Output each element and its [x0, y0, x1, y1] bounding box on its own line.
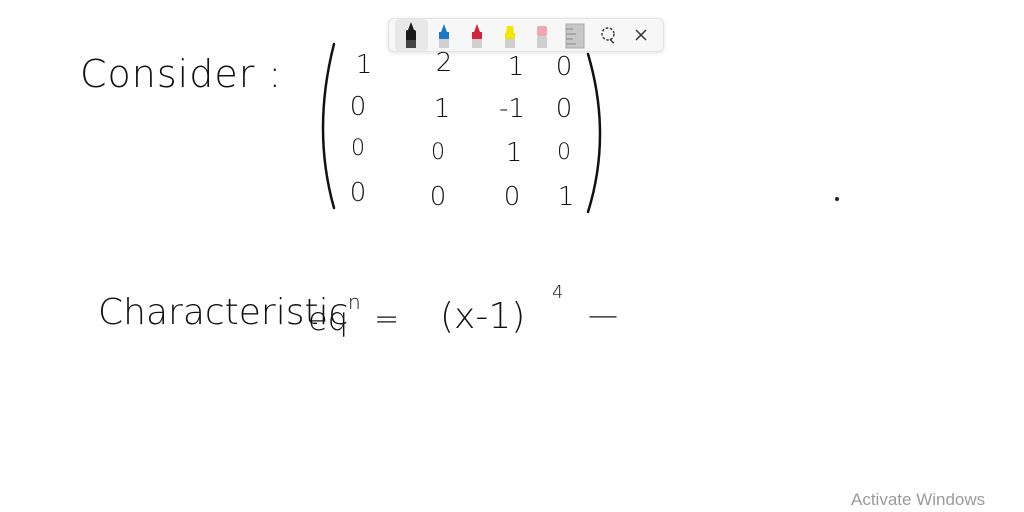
stray-ink-dot: [835, 197, 839, 201]
exponent: 4: [552, 282, 564, 303]
matrix-cell-r2c2: 1: [433, 94, 451, 124]
matrix-cell-r1c2: 2: [435, 48, 453, 78]
whiteboard-canvas[interactable]: Consider : 1 2 1 0 0 1 -1 0 0 0 1 0 0 0 …: [0, 0, 1024, 512]
activate-windows-watermark: Activate Windows: [851, 490, 986, 509]
expression: (x-1): [440, 296, 526, 337]
matrix-cell-r1c3: 1: [507, 52, 525, 82]
consider-label: Consider :: [80, 52, 283, 96]
matrix-cell-r1c4: 0: [555, 52, 573, 82]
matrix-cell-r4c1: 0: [349, 178, 367, 208]
matrix-cell-r3c2: 0: [431, 140, 445, 165]
eqn-superscript: n: [348, 290, 361, 314]
matrix-cell-r2c3: -1: [499, 94, 525, 124]
eqn-label: eq: [308, 300, 348, 338]
matrix-cell-r4c4: 1: [557, 182, 575, 212]
close-toolbar-button[interactable]: [624, 19, 657, 51]
trailing-dash: —: [588, 298, 618, 333]
matrix: 1 2 1 0 0 1 -1 0 0 0 1 0 0 0 0 1: [310, 40, 610, 220]
matrix-cell-r3c4: 0: [557, 140, 571, 165]
equals-sign: =: [374, 302, 400, 337]
matrix-cell-r4c2: 0: [429, 182, 447, 212]
matrix-cell-r2c1: 0: [349, 92, 367, 122]
matrix-cell-r1c1: 1: [355, 50, 373, 80]
left-paren-icon: [321, 42, 336, 210]
matrix-cell-r3c1: 0: [351, 136, 365, 161]
right-paren-icon: [586, 52, 602, 214]
close-icon: [635, 29, 647, 41]
matrix-cell-r3c3: 1: [505, 138, 523, 168]
matrix-cell-r2c4: 0: [555, 94, 573, 124]
matrix-cell-r4c3: 0: [503, 182, 521, 212]
